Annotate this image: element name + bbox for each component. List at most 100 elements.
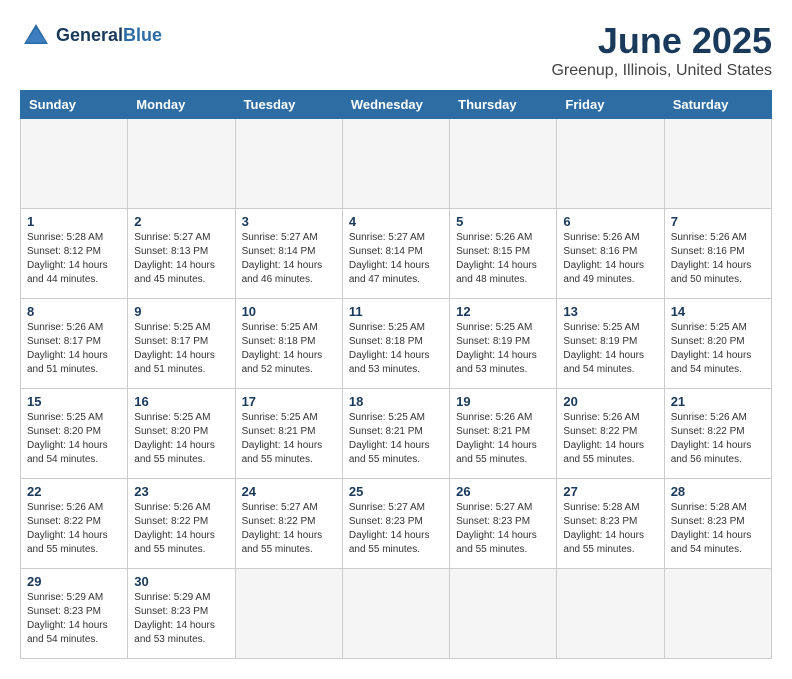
calendar-week-3: 15 Sunrise: 5:25 AMSunset: 8:20 PMDaylig… xyxy=(21,389,772,479)
calendar-cell-w5-d3 xyxy=(342,569,449,659)
calendar-cell-w3-d1: 16 Sunrise: 5:25 AMSunset: 8:20 PMDaylig… xyxy=(128,389,235,479)
day-number: 6 xyxy=(563,214,657,229)
cell-info: Sunrise: 5:28 AMSunset: 8:12 PMDaylight:… xyxy=(27,232,108,285)
calendar-cell-w1-d0: 1 Sunrise: 5:28 AMSunset: 8:12 PMDayligh… xyxy=(21,209,128,299)
calendar-cell-w2-d4: 12 Sunrise: 5:25 AMSunset: 8:19 PMDaylig… xyxy=(450,299,557,389)
day-number: 4 xyxy=(349,214,443,229)
cell-info: Sunrise: 5:25 AMSunset: 8:18 PMDaylight:… xyxy=(349,322,430,375)
calendar-cell-w2-d1: 9 Sunrise: 5:25 AMSunset: 8:17 PMDayligh… xyxy=(128,299,235,389)
cell-info: Sunrise: 5:25 AMSunset: 8:21 PMDaylight:… xyxy=(349,412,430,465)
calendar-cell-w2-d3: 11 Sunrise: 5:25 AMSunset: 8:18 PMDaylig… xyxy=(342,299,449,389)
cell-info: Sunrise: 5:28 AMSunset: 8:23 PMDaylight:… xyxy=(671,502,752,555)
day-number: 21 xyxy=(671,394,765,409)
cell-info: Sunrise: 5:27 AMSunset: 8:22 PMDaylight:… xyxy=(242,502,323,555)
cell-info: Sunrise: 5:28 AMSunset: 8:23 PMDaylight:… xyxy=(563,502,644,555)
day-number: 14 xyxy=(671,304,765,319)
calendar-cell-w3-d4: 19 Sunrise: 5:26 AMSunset: 8:21 PMDaylig… xyxy=(450,389,557,479)
calendar-cell-w2-d5: 13 Sunrise: 5:25 AMSunset: 8:19 PMDaylig… xyxy=(557,299,664,389)
calendar-cell-w2-d0: 8 Sunrise: 5:26 AMSunset: 8:17 PMDayligh… xyxy=(21,299,128,389)
calendar-cell-w3-d0: 15 Sunrise: 5:25 AMSunset: 8:20 PMDaylig… xyxy=(21,389,128,479)
calendar-cell-w4-d0: 22 Sunrise: 5:26 AMSunset: 8:22 PMDaylig… xyxy=(21,479,128,569)
header-monday: Monday xyxy=(128,91,235,119)
cell-info: Sunrise: 5:27 AMSunset: 8:14 PMDaylight:… xyxy=(242,232,323,285)
calendar-cell-w1-d3: 4 Sunrise: 5:27 AMSunset: 8:14 PMDayligh… xyxy=(342,209,449,299)
calendar-week-5: 29 Sunrise: 5:29 AMSunset: 8:23 PMDaylig… xyxy=(21,569,772,659)
day-number: 22 xyxy=(27,484,121,499)
calendar-cell-w4-d1: 23 Sunrise: 5:26 AMSunset: 8:22 PMDaylig… xyxy=(128,479,235,569)
calendar-table: Sunday Monday Tuesday Wednesday Thursday… xyxy=(20,90,772,659)
day-number: 11 xyxy=(349,304,443,319)
calendar-week-2: 8 Sunrise: 5:26 AMSunset: 8:17 PMDayligh… xyxy=(21,299,772,389)
header-tuesday: Tuesday xyxy=(235,91,342,119)
day-number: 12 xyxy=(456,304,550,319)
cell-info: Sunrise: 5:26 AMSunset: 8:22 PMDaylight:… xyxy=(27,502,108,555)
calendar-cell-w0-d0 xyxy=(21,119,128,209)
calendar-cell-w2-d2: 10 Sunrise: 5:25 AMSunset: 8:18 PMDaylig… xyxy=(235,299,342,389)
calendar-week-0 xyxy=(21,119,772,209)
cell-info: Sunrise: 5:25 AMSunset: 8:20 PMDaylight:… xyxy=(134,412,215,465)
cell-info: Sunrise: 5:26 AMSunset: 8:22 PMDaylight:… xyxy=(671,412,752,465)
cell-info: Sunrise: 5:26 AMSunset: 8:17 PMDaylight:… xyxy=(27,322,108,375)
cell-info: Sunrise: 5:25 AMSunset: 8:20 PMDaylight:… xyxy=(27,412,108,465)
calendar-cell-w0-d1 xyxy=(128,119,235,209)
header: GeneralBlue June 2025 Greenup, Illinois,… xyxy=(20,20,772,80)
cell-info: Sunrise: 5:25 AMSunset: 8:19 PMDaylight:… xyxy=(563,322,644,375)
day-number: 17 xyxy=(242,394,336,409)
cell-info: Sunrise: 5:26 AMSunset: 8:21 PMDaylight:… xyxy=(456,412,537,465)
calendar-cell-w5-d1: 30 Sunrise: 5:29 AMSunset: 8:23 PMDaylig… xyxy=(128,569,235,659)
day-number: 3 xyxy=(242,214,336,229)
calendar-cell-w3-d5: 20 Sunrise: 5:26 AMSunset: 8:22 PMDaylig… xyxy=(557,389,664,479)
calendar-cell-w0-d3 xyxy=(342,119,449,209)
day-number: 16 xyxy=(134,394,228,409)
day-number: 19 xyxy=(456,394,550,409)
cell-info: Sunrise: 5:29 AMSunset: 8:23 PMDaylight:… xyxy=(134,592,215,645)
month-title: June 2025 xyxy=(551,20,772,62)
calendar-cell-w1-d2: 3 Sunrise: 5:27 AMSunset: 8:14 PMDayligh… xyxy=(235,209,342,299)
cell-info: Sunrise: 5:25 AMSunset: 8:20 PMDaylight:… xyxy=(671,322,752,375)
calendar-cell-w1-d6: 7 Sunrise: 5:26 AMSunset: 8:16 PMDayligh… xyxy=(664,209,771,299)
day-number: 18 xyxy=(349,394,443,409)
location-title: Greenup, Illinois, United States xyxy=(551,62,772,80)
calendar-cell-w5-d5 xyxy=(557,569,664,659)
calendar-cell-w4-d2: 24 Sunrise: 5:27 AMSunset: 8:22 PMDaylig… xyxy=(235,479,342,569)
calendar-cell-w4-d5: 27 Sunrise: 5:28 AMSunset: 8:23 PMDaylig… xyxy=(557,479,664,569)
logo-icon xyxy=(20,20,52,52)
day-number: 9 xyxy=(134,304,228,319)
calendar-cell-w4-d3: 25 Sunrise: 5:27 AMSunset: 8:23 PMDaylig… xyxy=(342,479,449,569)
cell-info: Sunrise: 5:29 AMSunset: 8:23 PMDaylight:… xyxy=(27,592,108,645)
header-friday: Friday xyxy=(557,91,664,119)
calendar-cell-w5-d4 xyxy=(450,569,557,659)
calendar-cell-w0-d4 xyxy=(450,119,557,209)
day-number: 7 xyxy=(671,214,765,229)
calendar-week-1: 1 Sunrise: 5:28 AMSunset: 8:12 PMDayligh… xyxy=(21,209,772,299)
day-number: 5 xyxy=(456,214,550,229)
day-number: 30 xyxy=(134,574,228,589)
cell-info: Sunrise: 5:26 AMSunset: 8:22 PMDaylight:… xyxy=(563,412,644,465)
cell-info: Sunrise: 5:25 AMSunset: 8:19 PMDaylight:… xyxy=(456,322,537,375)
calendar-cell-w3-d2: 17 Sunrise: 5:25 AMSunset: 8:21 PMDaylig… xyxy=(235,389,342,479)
calendar-cell-w1-d4: 5 Sunrise: 5:26 AMSunset: 8:15 PMDayligh… xyxy=(450,209,557,299)
cell-info: Sunrise: 5:26 AMSunset: 8:16 PMDaylight:… xyxy=(671,232,752,285)
header-sunday: Sunday xyxy=(21,91,128,119)
cell-info: Sunrise: 5:25 AMSunset: 8:18 PMDaylight:… xyxy=(242,322,323,375)
day-number: 1 xyxy=(27,214,121,229)
day-number: 25 xyxy=(349,484,443,499)
cell-info: Sunrise: 5:25 AMSunset: 8:17 PMDaylight:… xyxy=(134,322,215,375)
cell-info: Sunrise: 5:27 AMSunset: 8:14 PMDaylight:… xyxy=(349,232,430,285)
calendar-cell-w0-d5 xyxy=(557,119,664,209)
title-area: June 2025 Greenup, Illinois, United Stat… xyxy=(551,20,772,80)
day-number: 29 xyxy=(27,574,121,589)
calendar-cell-w4-d4: 26 Sunrise: 5:27 AMSunset: 8:23 PMDaylig… xyxy=(450,479,557,569)
calendar-cell-w3-d3: 18 Sunrise: 5:25 AMSunset: 8:21 PMDaylig… xyxy=(342,389,449,479)
calendar-cell-w5-d0: 29 Sunrise: 5:29 AMSunset: 8:23 PMDaylig… xyxy=(21,569,128,659)
header-thursday: Thursday xyxy=(450,91,557,119)
day-number: 28 xyxy=(671,484,765,499)
cell-info: Sunrise: 5:27 AMSunset: 8:23 PMDaylight:… xyxy=(349,502,430,555)
day-number: 13 xyxy=(563,304,657,319)
day-number: 10 xyxy=(242,304,336,319)
day-number: 26 xyxy=(456,484,550,499)
header-wednesday: Wednesday xyxy=(342,91,449,119)
day-number: 27 xyxy=(563,484,657,499)
logo-text-line1: GeneralBlue xyxy=(56,25,162,47)
cell-info: Sunrise: 5:26 AMSunset: 8:15 PMDaylight:… xyxy=(456,232,537,285)
